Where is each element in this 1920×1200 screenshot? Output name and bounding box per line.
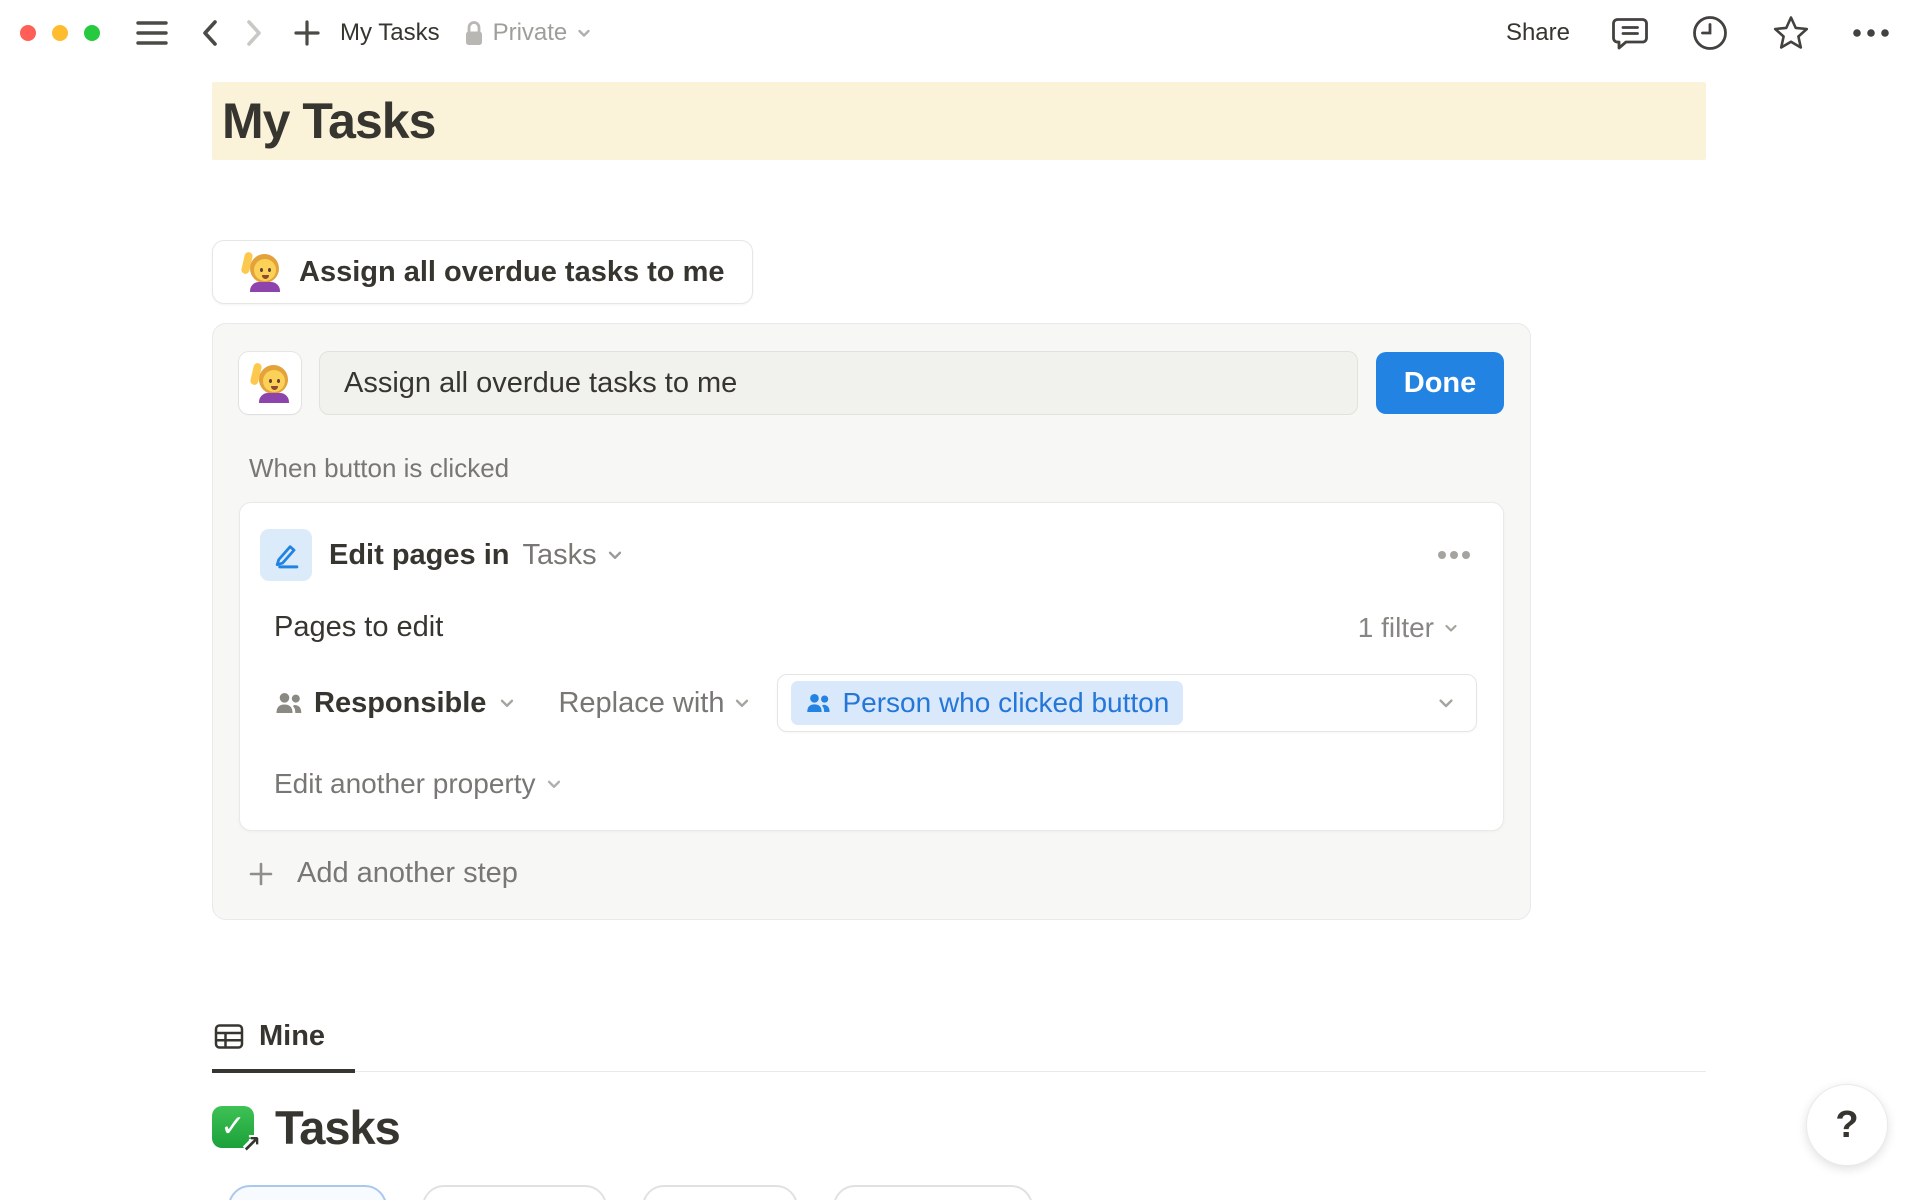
page-title: My Tasks: [222, 92, 435, 150]
close-window-button[interactable]: [20, 25, 36, 41]
step-options-icon[interactable]: [1431, 544, 1477, 566]
breadcrumb-page-title[interactable]: My Tasks: [340, 19, 440, 47]
comments-icon[interactable]: [1611, 14, 1649, 52]
minimize-window-button[interactable]: [52, 25, 68, 41]
action-label: Edit pages in: [329, 539, 509, 572]
database-filter-pills: [228, 1185, 1033, 1200]
zoom-window-button[interactable]: [84, 25, 100, 41]
share-button[interactable]: Share: [1506, 19, 1570, 47]
updates-clock-icon[interactable]: [1690, 13, 1730, 53]
pages-to-edit-label: Pages to edit: [274, 611, 443, 644]
filter-pill[interactable]: [833, 1185, 1033, 1200]
sidebar-toggle-icon[interactable]: [136, 20, 168, 46]
automation-button-label: Assign all overdue tasks to me: [299, 256, 724, 289]
filter-dropdown[interactable]: 1 filter: [1358, 612, 1461, 644]
chevron-down-icon: [604, 544, 626, 566]
chevron-down-icon: [731, 692, 753, 714]
filter-pill[interactable]: [642, 1185, 798, 1200]
edit-pages-action-tile: [260, 529, 312, 581]
edit-another-property-dropdown[interactable]: Edit another property: [274, 768, 565, 800]
filter-pill[interactable]: [228, 1185, 387, 1200]
chevron-down-icon: [1434, 691, 1458, 715]
forward-icon[interactable]: [242, 16, 266, 50]
value-select[interactable]: Person who clicked button: [777, 674, 1477, 732]
help-button[interactable]: ?: [1806, 1084, 1888, 1166]
chevron-down-icon: [543, 773, 565, 795]
new-tab-icon[interactable]: [292, 18, 322, 48]
done-button[interactable]: Done: [1376, 352, 1504, 414]
database-view-tabbar: Mine: [212, 1020, 1706, 1072]
button-name-input[interactable]: [319, 351, 1358, 415]
people-icon: [805, 692, 832, 714]
target-database-dropdown[interactable]: Tasks: [522, 539, 625, 572]
add-another-step-label: Add another step: [297, 857, 518, 890]
automation-button[interactable]: Assign all overdue tasks to me: [212, 240, 753, 304]
trigger-label: When button is clicked: [249, 453, 1504, 484]
lock-icon: [464, 20, 484, 47]
tab-mine-label: Mine: [259, 1020, 325, 1053]
button-emoji-picker[interactable]: [239, 352, 301, 414]
privacy-chevron-down-icon[interactable]: [574, 23, 594, 43]
tab-mine[interactable]: Mine: [212, 1020, 355, 1073]
check-mark-linked-database-emoji: ✓ ↗: [212, 1105, 258, 1151]
table-view-icon: [214, 1023, 244, 1050]
window-titlebar: My Tasks Private Share: [0, 0, 1920, 66]
macos-traffic-lights: [20, 25, 100, 41]
property-dropdown[interactable]: Responsible: [274, 687, 518, 720]
linked-database-heading: ✓ ↗ Tasks: [212, 1100, 400, 1155]
filter-pill[interactable]: [422, 1185, 607, 1200]
back-icon[interactable]: [198, 16, 222, 50]
page-title-highlight: My Tasks: [212, 82, 1706, 160]
chevron-down-icon: [496, 692, 518, 714]
plus-icon: [247, 860, 275, 888]
people-icon: [274, 691, 304, 715]
operation-dropdown[interactable]: Replace with: [558, 687, 753, 720]
more-options-icon[interactable]: [1852, 28, 1890, 38]
woman-raising-hand-emoji: [250, 363, 290, 403]
person-value-chip: Person who clicked button: [791, 681, 1183, 725]
pencil-icon: [271, 540, 302, 571]
chevron-down-icon: [1441, 618, 1461, 638]
linked-database-title[interactable]: Tasks: [275, 1100, 400, 1155]
add-another-step-button[interactable]: Add another step: [239, 857, 1504, 890]
button-editor-panel: Done When button is clicked Edit pages i…: [212, 323, 1531, 920]
automation-step-card: Edit pages in Tasks Pages to edit 1 filt…: [239, 502, 1504, 831]
woman-raising-hand-emoji: [241, 252, 281, 292]
favorite-star-icon[interactable]: [1771, 13, 1811, 53]
privacy-status-label[interactable]: Private: [493, 19, 568, 47]
